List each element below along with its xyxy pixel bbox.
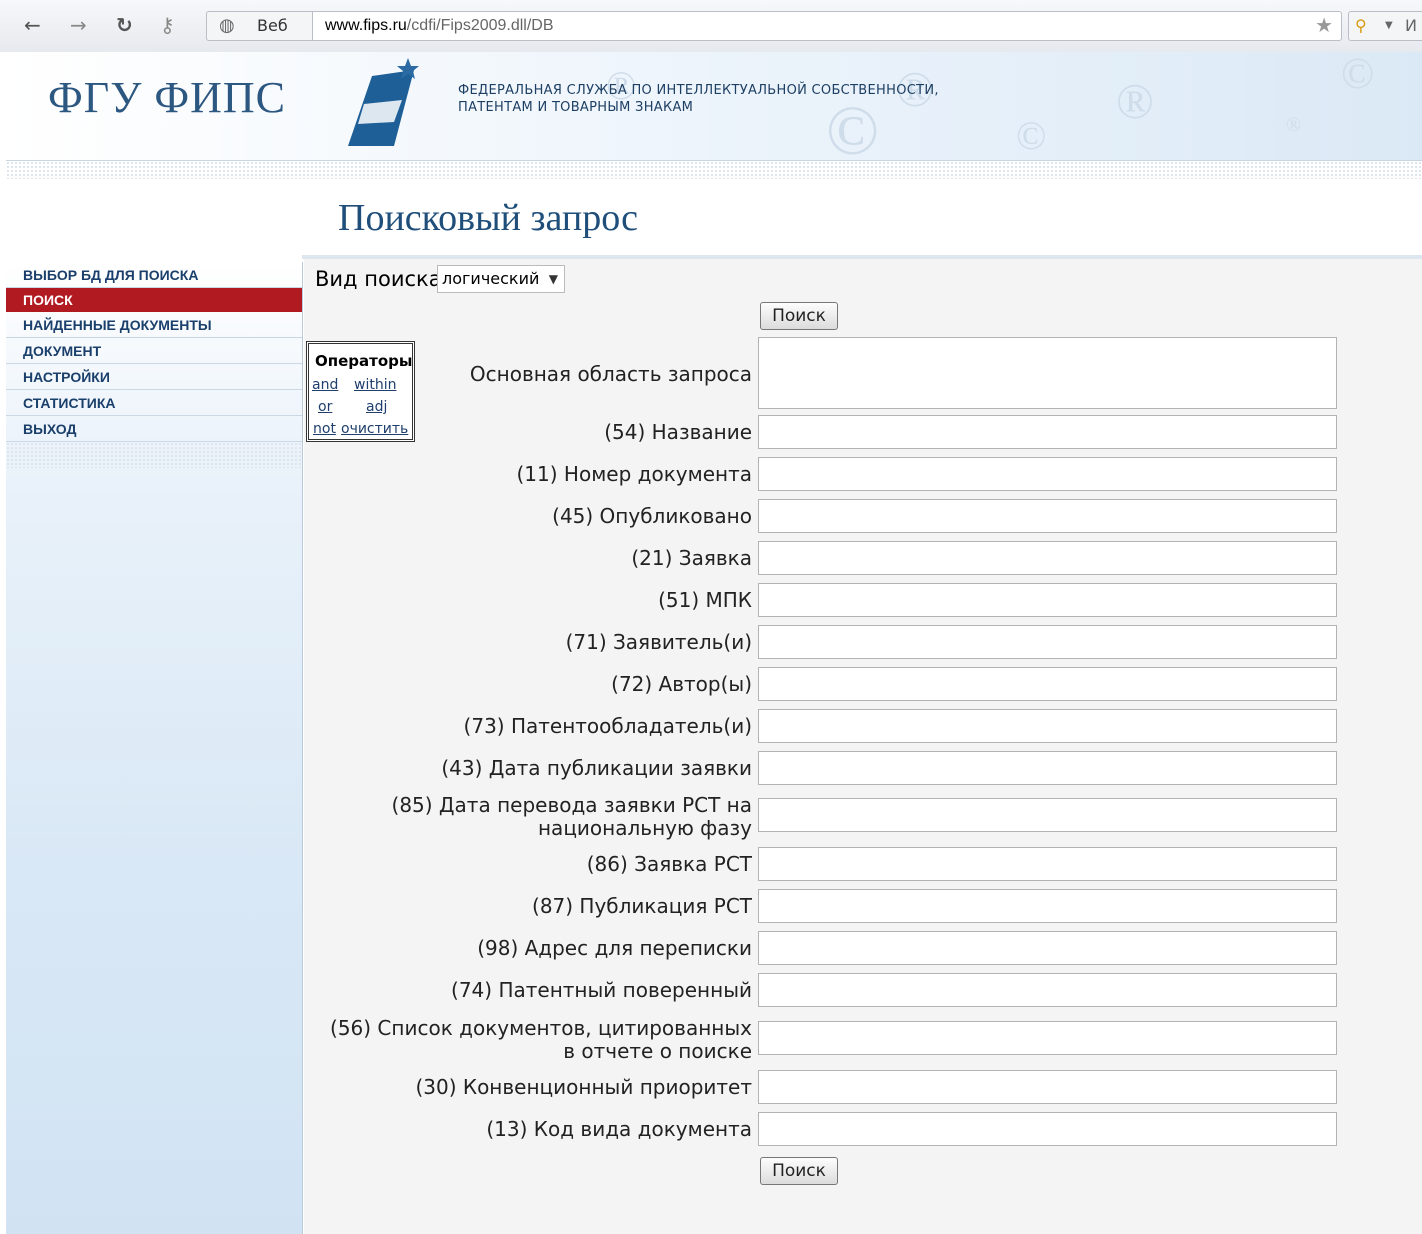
field-label-cited-documents-line1: (56) Список документов, цитированных xyxy=(330,1016,752,1040)
field-input-doc-kind-code[interactable] xyxy=(758,1112,1337,1146)
field-input-convention-priority[interactable] xyxy=(758,1070,1337,1104)
field-label-pct-publication: (87) Публикация РСТ xyxy=(532,894,752,918)
field-input-patent-holder[interactable] xyxy=(758,709,1337,743)
back-icon[interactable]: ← xyxy=(24,14,41,36)
field-label-ipc: (51) МПК xyxy=(658,588,752,612)
operators-title: Операторы xyxy=(315,352,413,370)
field-label-pct-national-phase-line2: национальную фазу xyxy=(537,816,752,840)
search-button-bottom[interactable]: Поиск xyxy=(760,1157,838,1185)
extension-label: И xyxy=(1405,16,1417,35)
field-label-doc-number: (11) Номер документа xyxy=(516,462,753,486)
key-icon[interactable]: ⚷ xyxy=(160,14,175,36)
dropdown-arrow-icon: ▼ xyxy=(548,272,558,286)
sidebar-item-settings[interactable]: НАСТРОЙКИ xyxy=(6,364,302,390)
operator-adj-link[interactable]: adj xyxy=(366,399,387,415)
site-logo[interactable]: ФГУ ФИПС xyxy=(48,72,286,123)
header-divider xyxy=(6,161,1422,179)
page-title: Поисковый запрос xyxy=(338,197,639,239)
field-label-pct-application: (86) Заявка РСТ xyxy=(586,852,752,876)
sidebar-item-logout[interactable]: ВЫХОД xyxy=(6,416,302,442)
field-input-patent-attorney[interactable] xyxy=(758,973,1337,1007)
main-query-textarea[interactable] xyxy=(758,337,1337,409)
field-input-pct-publication[interactable] xyxy=(758,889,1337,923)
registered-watermark-icon: ® xyxy=(1286,114,1302,136)
registered-watermark-icon: ® xyxy=(1116,73,1154,129)
site-header: ® © ® © ® © ® ФГУ ФИПС ФЕДЕРАЛЬНАЯ СЛУЖБ… xyxy=(6,52,1422,161)
sidebar-item-search[interactable]: ПОИСК xyxy=(6,288,302,312)
fips-emblem-icon xyxy=(348,58,419,146)
browser-toolbar: ← → ↻ ⚷ ◍ Веб www.fips.ru/cdfi/Fips2009.… xyxy=(0,0,1422,52)
sidebar-item-db-select[interactable]: ВЫБОР БД ДЛЯ ПОИСКА xyxy=(6,262,302,288)
field-label-app-pub-date: (43) Дата публикации заявки xyxy=(441,756,752,780)
field-label-cited-documents: (56) Список документов, цитированных в о… xyxy=(330,1017,752,1063)
field-label-convention-priority: (30) Конвенционный приоритет xyxy=(415,1075,752,1099)
url-host: www.fips.ru xyxy=(325,17,407,34)
copyright-watermark-icon: © xyxy=(1016,113,1047,158)
field-label-patent-holder: (73) Патентообладатель(и) xyxy=(463,714,752,738)
field-label-applicant: (71) Заявитель(и) xyxy=(565,630,752,654)
copyright-watermark-icon: © xyxy=(1341,52,1375,98)
field-input-applicant[interactable] xyxy=(758,625,1337,659)
site-info-chip[interactable]: ◍ Веб xyxy=(206,11,312,41)
bookmark-star-icon[interactable]: ★ xyxy=(1315,12,1333,40)
reload-icon[interactable]: ↻ xyxy=(116,14,133,36)
search-type-select[interactable]: логический ▼ xyxy=(437,265,565,293)
search-type-label: Вид поиска xyxy=(315,267,442,291)
field-input-published[interactable] xyxy=(758,499,1337,533)
field-label-application: (21) Заявка xyxy=(631,546,752,570)
sidebar-divider xyxy=(6,442,302,468)
search-extension-button[interactable]: ⚲ ▼ И xyxy=(1348,11,1422,41)
operator-not-link[interactable]: not xyxy=(313,421,336,437)
sidebar-item-statistics[interactable]: СТАТИСТИКА xyxy=(6,390,302,416)
operator-within-link[interactable]: within xyxy=(354,377,396,393)
field-input-pct-application[interactable] xyxy=(758,847,1337,881)
field-input-ipc[interactable] xyxy=(758,583,1337,617)
field-label-author: (72) Автор(ы) xyxy=(611,672,752,696)
magnifier-icon: ⚲ xyxy=(1355,16,1367,35)
dropdown-arrow-icon: ▼ xyxy=(1385,20,1393,31)
field-label-pct-national-phase: (85) Дата перевода заявки РСТ на национа… xyxy=(392,794,752,840)
field-input-cited-documents[interactable] xyxy=(758,1021,1337,1055)
forward-icon[interactable]: → xyxy=(70,14,87,36)
field-label-doc-kind-code: (13) Код вида документа xyxy=(486,1117,752,1141)
operator-or-link[interactable]: or xyxy=(318,399,332,415)
search-type-value: логический xyxy=(442,269,540,288)
site-chip-label: Веб xyxy=(257,16,288,35)
globe-icon: ◍ xyxy=(219,15,235,36)
field-input-correspondence-address[interactable] xyxy=(758,931,1337,965)
field-label-pct-national-phase-line1: (85) Дата перевода заявки РСТ на xyxy=(391,793,752,817)
field-input-doc-number[interactable] xyxy=(758,457,1337,491)
main-query-label: Основная область запроса xyxy=(469,362,752,386)
field-input-author[interactable] xyxy=(758,667,1337,701)
field-input-app-pub-date[interactable] xyxy=(758,751,1337,785)
field-label-published: (45) Опубликовано xyxy=(552,504,752,528)
field-input-pct-national-phase[interactable] xyxy=(758,798,1337,832)
operators-box: Операторы and within or adj not очистить xyxy=(306,341,415,442)
agency-name-line1: ФЕДЕРАЛЬНАЯ СЛУЖБА ПО ИНТЕЛЛЕКТУАЛЬНОЙ С… xyxy=(458,83,939,98)
field-input-application[interactable] xyxy=(758,541,1337,575)
sidebar: ВЫБОР БД ДЛЯ ПОИСКА ПОИСК НАЙДЕННЫЕ ДОКУ… xyxy=(6,262,303,1234)
field-label-title: (54) Название xyxy=(604,420,752,444)
agency-name-line2: ПАТЕНТАМ И ТОВАРНЫМ ЗНАКАМ xyxy=(458,100,694,115)
sidebar-item-found-documents[interactable]: НАЙДЕННЫЕ ДОКУМЕНТЫ xyxy=(6,312,302,338)
sidebar-item-document[interactable]: ДОКУМЕНТ xyxy=(6,338,302,364)
field-label-cited-documents-line2: в отчете о поиске xyxy=(563,1039,752,1063)
search-button-top[interactable]: Поиск xyxy=(760,302,838,330)
field-input-title[interactable] xyxy=(758,415,1337,449)
url-path: /cdfi/Fips2009.dll/DB xyxy=(406,17,554,34)
address-bar[interactable]: www.fips.ru/cdfi/Fips2009.dll/DB ★ xyxy=(312,11,1342,41)
operator-clear-link[interactable]: очистить xyxy=(341,421,408,437)
agency-name: ФЕДЕРАЛЬНАЯ СЛУЖБА ПО ИНТЕЛЛЕКТУАЛЬНОЙ С… xyxy=(458,82,939,116)
field-label-patent-attorney: (74) Патентный поверенный xyxy=(451,978,752,1002)
operator-and-link[interactable]: and xyxy=(312,377,338,393)
field-label-correspondence-address: (98) Адрес для переписки xyxy=(477,936,752,960)
